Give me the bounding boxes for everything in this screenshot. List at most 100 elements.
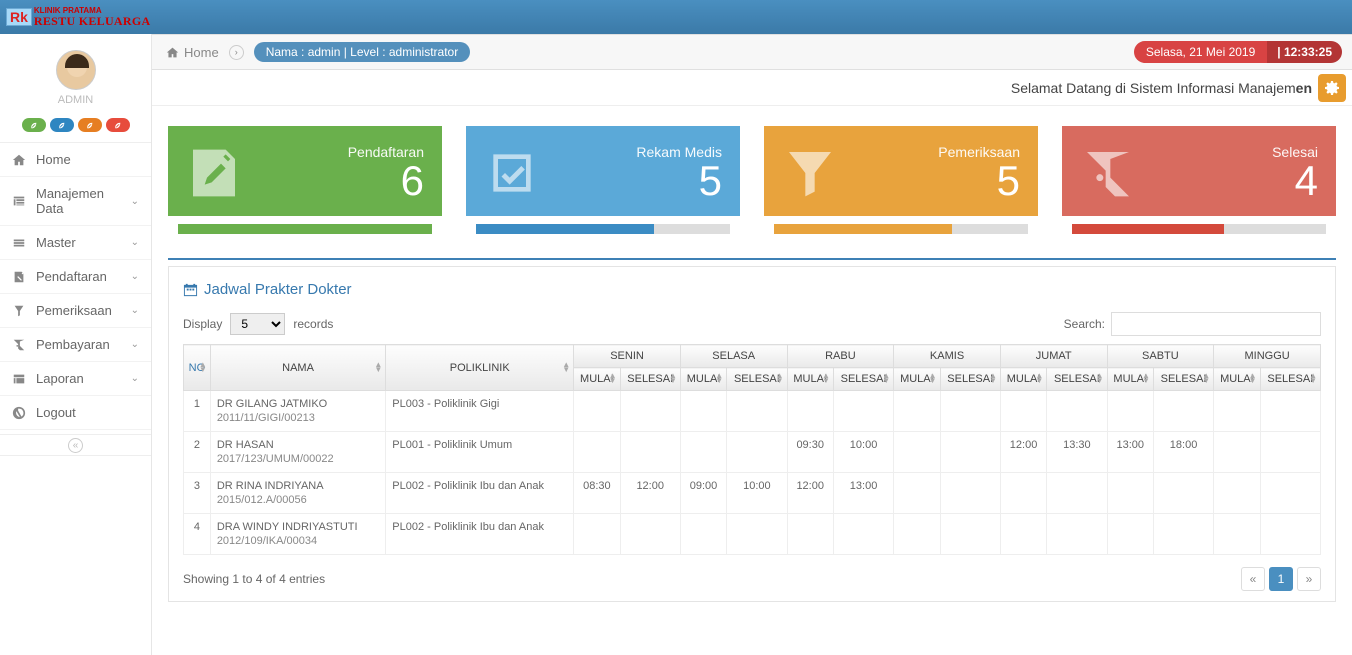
cell-time bbox=[680, 514, 726, 555]
leaf-icon[interactable] bbox=[78, 118, 102, 132]
th-mulai[interactable]: MULAI▲▼ bbox=[680, 368, 726, 391]
th-senin: SENIN bbox=[574, 345, 681, 368]
cell-time bbox=[894, 391, 940, 432]
th-selesai[interactable]: SELESAI▲▼ bbox=[1047, 368, 1107, 391]
cell-nama: DR RINA INDRIYANA2015/012.A/00056 bbox=[210, 473, 385, 514]
nav-label: Manajemen Data bbox=[36, 186, 121, 216]
nav-icon bbox=[12, 236, 26, 250]
cell-poli: PL003 - Poliklinik Gigi bbox=[386, 391, 574, 432]
th-selesai[interactable]: SELESAI▲▼ bbox=[620, 368, 680, 391]
panel-title: Jadwal Prakter Dokter bbox=[183, 281, 1321, 298]
stat-card-pendaftaran[interactable]: Pendaftaran6 bbox=[168, 126, 442, 240]
cell-time bbox=[680, 432, 726, 473]
th-poliklinik[interactable]: POLIKLINIK▲▼ bbox=[386, 345, 574, 391]
cell-time bbox=[1153, 514, 1213, 555]
cell-time: 13:00 bbox=[833, 473, 893, 514]
avatar-block: ADMIN bbox=[0, 34, 151, 112]
cell-time bbox=[1047, 391, 1107, 432]
cell-time bbox=[1260, 391, 1320, 432]
pager-page-1[interactable]: 1 bbox=[1269, 567, 1293, 591]
breadcrumb-home[interactable]: Home bbox=[166, 45, 219, 60]
cell-time bbox=[940, 432, 1000, 473]
nav-item-pembayaran[interactable]: Pembayaran⌄ bbox=[0, 328, 151, 361]
cell-time: 12:00 bbox=[787, 473, 833, 514]
th-mulai[interactable]: MULAI▲▼ bbox=[787, 368, 833, 391]
leaf-icon[interactable] bbox=[106, 118, 130, 132]
cell-time: 09:00 bbox=[680, 473, 726, 514]
nav-item-pendaftaran[interactable]: Pendaftaran⌄ bbox=[0, 260, 151, 293]
cell-time bbox=[787, 391, 833, 432]
th-selasa: SELASA bbox=[680, 345, 787, 368]
cell-time: 09:30 bbox=[787, 432, 833, 473]
table-row: 1DR GILANG JATMIKO2011/11/GIGI/00213PL00… bbox=[184, 391, 1321, 432]
leaf-icon[interactable] bbox=[50, 118, 74, 132]
gear-icon[interactable] bbox=[1318, 74, 1346, 102]
nav-item-pemeriksaan[interactable]: Pemeriksaan⌄ bbox=[0, 294, 151, 327]
datetime-pill: Selasa, 21 Mei 2019 | 12:33:25 bbox=[1134, 41, 1342, 63]
stat-card-pemeriksaan[interactable]: Pemeriksaan5 bbox=[764, 126, 1038, 240]
th-selesai[interactable]: SELESAI▲▼ bbox=[833, 368, 893, 391]
chevron-down-icon: ⌄ bbox=[131, 373, 139, 384]
progress-bar bbox=[476, 224, 730, 234]
cell-time bbox=[1107, 391, 1153, 432]
nav-label: Pemeriksaan bbox=[36, 303, 112, 318]
th-selesai[interactable]: SELESAI▲▼ bbox=[1260, 368, 1320, 391]
leaf-icon[interactable] bbox=[22, 118, 46, 132]
calendar-icon bbox=[183, 282, 198, 297]
nav-item-home[interactable]: Home bbox=[0, 143, 151, 176]
pager-next[interactable]: » bbox=[1297, 567, 1321, 591]
cell-time: 10:00 bbox=[833, 432, 893, 473]
stat-card-rekam medis[interactable]: Rekam Medis5 bbox=[466, 126, 740, 240]
th-nama[interactable]: NAMA▲▼ bbox=[210, 345, 385, 391]
th-mulai[interactable]: MULAI▲▼ bbox=[894, 368, 940, 391]
sidebar-collapse-button[interactable]: « bbox=[0, 434, 151, 456]
th-jumat: JUMAT bbox=[1000, 345, 1107, 368]
cell-time bbox=[1107, 514, 1153, 555]
progress-bar bbox=[774, 224, 1028, 234]
cell-time: 12:00 bbox=[1000, 432, 1046, 473]
cell-time bbox=[1214, 391, 1260, 432]
card-icon bbox=[782, 145, 838, 201]
cell-time bbox=[680, 391, 726, 432]
th-selesai[interactable]: SELESAI▲▼ bbox=[727, 368, 787, 391]
date-label: Selasa, 21 Mei 2019 bbox=[1134, 41, 1267, 63]
card-value: 5 bbox=[938, 160, 1020, 202]
progress-bar bbox=[178, 224, 432, 234]
logo-badge: Rk bbox=[6, 8, 32, 26]
card-title: Rekam Medis bbox=[636, 144, 722, 160]
pager-prev[interactable]: « bbox=[1241, 567, 1265, 591]
cell-time bbox=[1153, 391, 1213, 432]
cell-time bbox=[1000, 473, 1046, 514]
logo: Rk KLINIK PRATAMA RESTU KELUARGA bbox=[6, 3, 150, 31]
cell-time: 13:00 bbox=[1107, 432, 1153, 473]
cell-time bbox=[1260, 514, 1320, 555]
stat-card-selesai[interactable]: Selesai4 bbox=[1062, 126, 1336, 240]
th-selesai[interactable]: SELESAI▲▼ bbox=[1153, 368, 1213, 391]
cell-time bbox=[1214, 432, 1260, 473]
nav-item-master[interactable]: Master⌄ bbox=[0, 226, 151, 259]
th-selesai[interactable]: SELESAI▲▼ bbox=[940, 368, 1000, 391]
nav-item-logout[interactable]: Logout bbox=[0, 396, 151, 429]
display-label: Display bbox=[183, 317, 222, 331]
breadcrumb-expand-icon[interactable]: › bbox=[229, 45, 244, 60]
th-mulai[interactable]: MULAI▲▼ bbox=[1214, 368, 1260, 391]
marquee-text: Selamat Datang di Sistem Informasi Manaj… bbox=[1011, 80, 1312, 96]
cell-poli: PL002 - Poliklinik Ibu dan Anak bbox=[386, 514, 574, 555]
search-input[interactable] bbox=[1111, 312, 1321, 336]
cell-time bbox=[574, 432, 620, 473]
nav-item-manajemen data[interactable]: Manajemen Data⌄ bbox=[0, 177, 151, 225]
breadcrumb-home-label: Home bbox=[184, 45, 219, 60]
card-icon bbox=[484, 145, 540, 201]
display-select[interactable]: 5 bbox=[230, 313, 285, 335]
th-mulai[interactable]: MULAI▲▼ bbox=[1107, 368, 1153, 391]
th-no[interactable]: NO▲▼ bbox=[184, 345, 211, 391]
th-mulai[interactable]: MULAI▲▼ bbox=[1000, 368, 1046, 391]
th-mulai[interactable]: MULAI▲▼ bbox=[574, 368, 620, 391]
avatar[interactable] bbox=[56, 50, 96, 90]
topbar: Rk KLINIK PRATAMA RESTU KELUARGA bbox=[0, 0, 1352, 34]
cell-time bbox=[940, 514, 1000, 555]
stat-cards: Pendaftaran6Rekam Medis5Pemeriksaan5Sele… bbox=[152, 106, 1352, 248]
cell-time bbox=[894, 432, 940, 473]
cell-time: 10:00 bbox=[727, 473, 787, 514]
nav-item-laporan[interactable]: Laporan⌄ bbox=[0, 362, 151, 395]
